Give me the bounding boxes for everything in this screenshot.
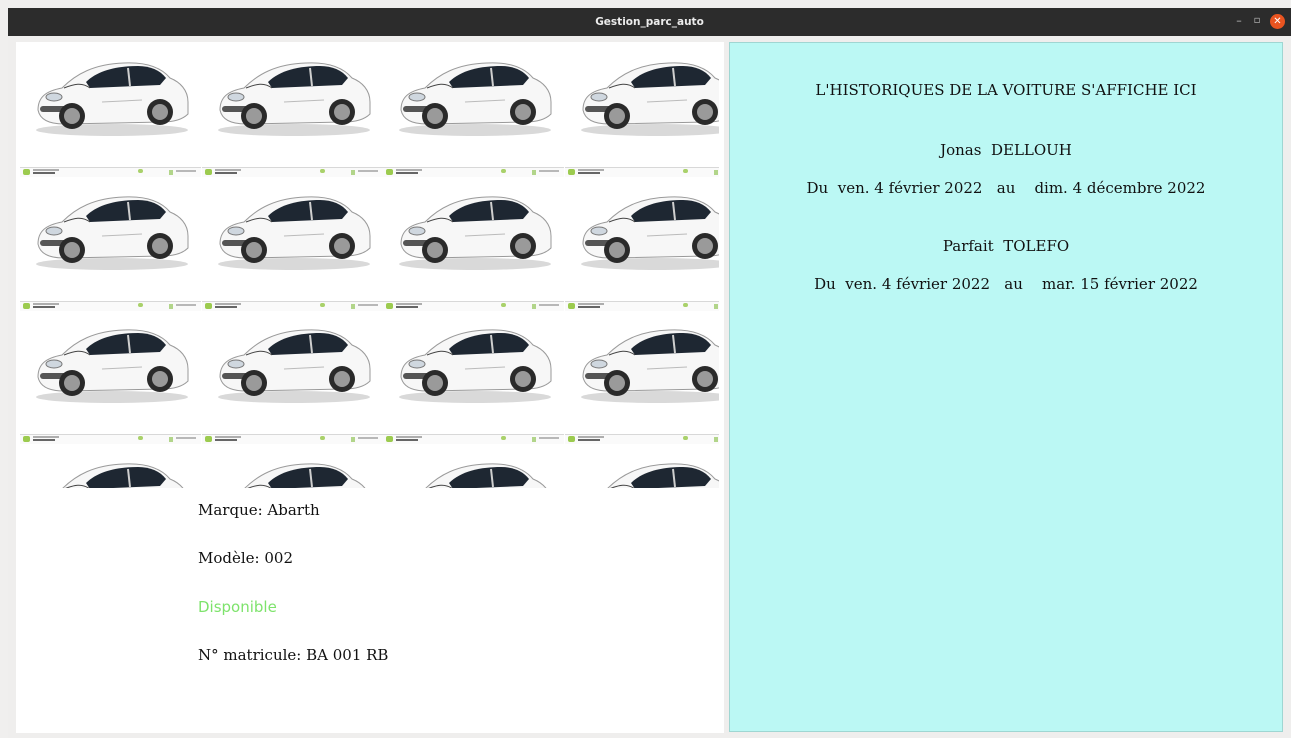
car-photo-tile xyxy=(383,44,564,177)
history-entry-name: Jonas DELLOUH xyxy=(940,141,1072,159)
minimize-icon[interactable]: – xyxy=(1231,8,1247,36)
car-photo-tile xyxy=(565,311,719,444)
modele-label: Modèle: 002 xyxy=(198,549,293,567)
car-photo-tile xyxy=(202,311,383,444)
history-panel: L'HISTORIQUES DE LA VOITURE S'AFFICHE IC… xyxy=(729,42,1283,732)
car-photo-tile xyxy=(20,445,201,488)
status-label: Disponible xyxy=(198,598,277,616)
maximize-icon[interactable]: ▫ xyxy=(1249,8,1265,36)
main-window: Marque: Abarth Modèle: 002 Disponible N°… xyxy=(8,36,1291,738)
history-entry-period: Du ven. 4 février 2022 au mar. 15 févrie… xyxy=(814,275,1198,293)
vehicle-panel: Marque: Abarth Modèle: 002 Disponible N°… xyxy=(16,42,724,733)
car-photo-tile xyxy=(383,178,564,311)
title-bar[interactable]: Gestion_parc_auto – ▫ ✕ xyxy=(8,8,1291,36)
car-photo-tile xyxy=(202,445,383,488)
car-photo-tile xyxy=(20,44,201,177)
car-photo-tile xyxy=(202,44,383,177)
window-title: Gestion_parc_auto xyxy=(595,16,704,28)
car-photo-tile xyxy=(202,178,383,311)
car-photo-tile xyxy=(565,178,719,311)
car-photo-tile xyxy=(20,178,201,311)
history-entry-name: Parfait TOLEFO xyxy=(942,237,1070,255)
history-heading: L'HISTORIQUES DE LA VOITURE S'AFFICHE IC… xyxy=(815,81,1197,99)
car-photo-tile xyxy=(383,445,564,488)
matricule-label: N° matricule: BA 001 RB xyxy=(198,646,389,664)
car-photo-tile xyxy=(20,311,201,444)
history-entry-period: Du ven. 4 février 2022 au dim. 4 décembr… xyxy=(806,179,1206,197)
car-photo-tile xyxy=(565,44,719,177)
close-icon[interactable]: ✕ xyxy=(1270,14,1285,29)
car-image xyxy=(20,44,719,488)
marque-label: Marque: Abarth xyxy=(198,501,320,519)
car-photo-tile xyxy=(565,445,719,488)
car-photo-tile xyxy=(383,311,564,444)
